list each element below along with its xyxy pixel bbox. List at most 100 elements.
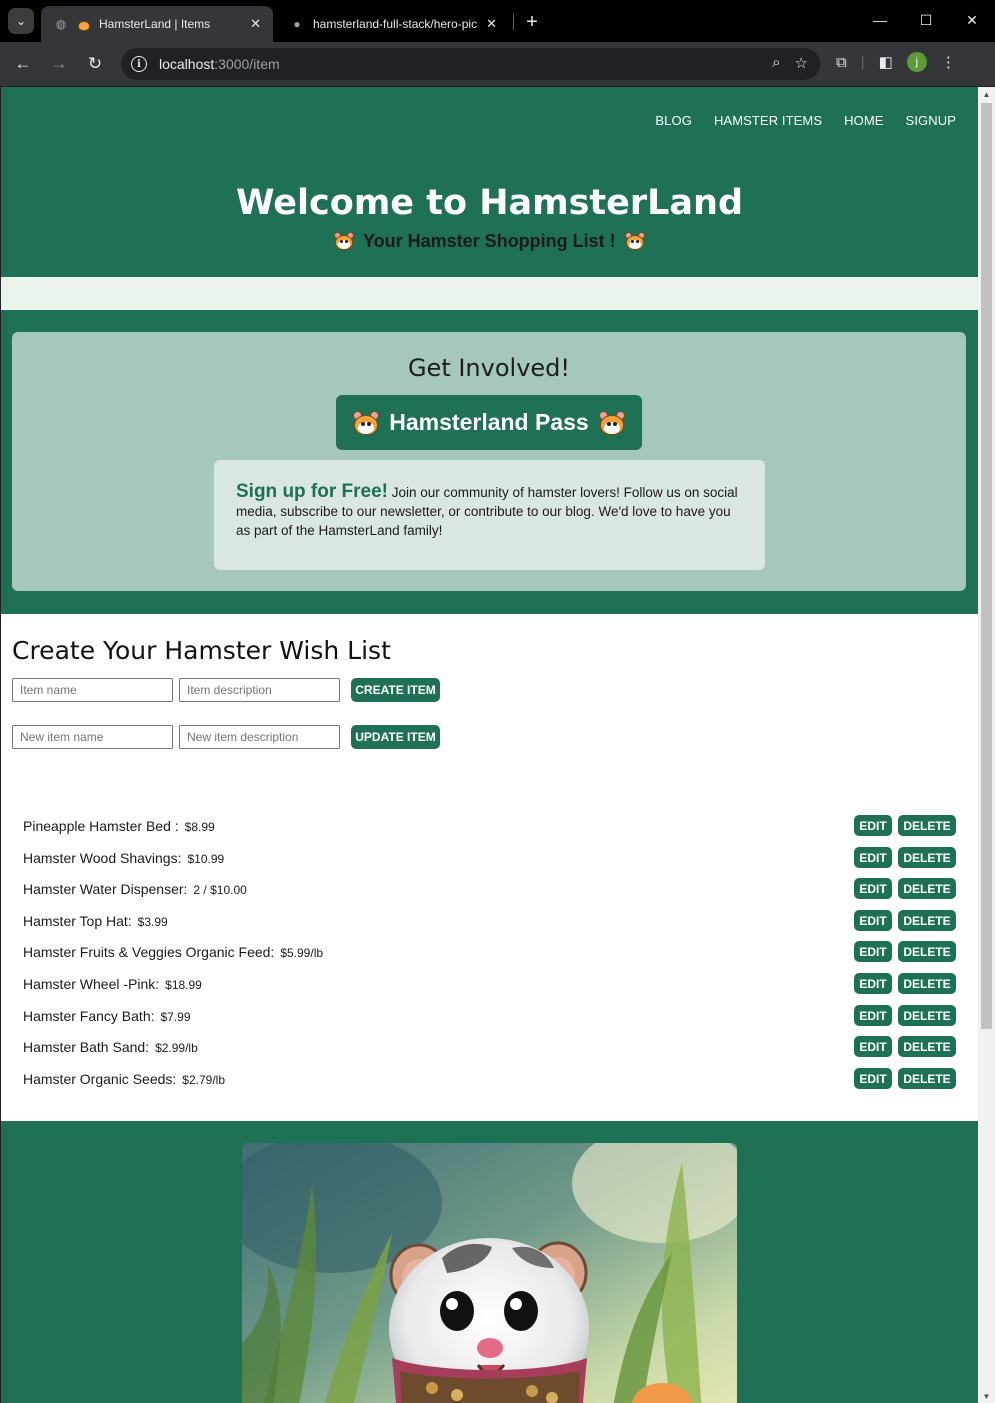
signup-promo: Sign up for Free! Join our community of … — [214, 460, 765, 570]
list-item: Hamster Top Hat: $3.99 EDIT DELETE — [23, 910, 957, 932]
nav-hamster-items[interactable]: HAMSTER ITEMS — [714, 113, 822, 128]
list-item: Hamster Fruits & Veggies Organic Feed: $5… — [23, 941, 957, 963]
tab-github[interactable]: ● hamsterland-full-stack/hero-pic ✕ — [277, 6, 509, 42]
signup-heading[interactable]: Sign up for Free! — [236, 481, 388, 502]
scrollbar-thumb[interactable] — [981, 103, 992, 1029]
menu-kebab-icon[interactable]: ⋮ — [941, 53, 956, 71]
item-price: $10.99 — [187, 852, 225, 866]
delete-button[interactable]: DELETE — [898, 878, 956, 899]
footer-image-section — [1, 1121, 978, 1403]
reload-icon[interactable]: ↻ — [83, 52, 107, 76]
list-item: Hamster Organic Seeds: $2.79/lb EDIT DELETE — [23, 1068, 957, 1090]
tab-search-button[interactable]: ⌄ — [8, 8, 34, 34]
side-panel-icon[interactable]: ◧ — [879, 53, 893, 71]
page-scrollbar[interactable]: ▲ ▼ — [978, 87, 995, 1403]
update-item-button[interactable]: UPDATE ITEM — [351, 725, 440, 749]
back-arrow-icon[interactable]: ← — [11, 52, 35, 76]
window-controls: — ☐ ✕ — [857, 0, 995, 42]
scroll-down-arrow-icon[interactable]: ▼ — [978, 1389, 995, 1403]
item-price: 2 / $10.00 — [193, 883, 247, 897]
site-info-icon[interactable]: i — [131, 56, 147, 72]
item-name: Hamster Wood Shavings: $10.99 — [23, 850, 225, 866]
bookmark-star-icon[interactable]: ☆ — [795, 54, 808, 72]
globe-icon: ◍ — [55, 17, 67, 31]
tab-title: hamsterland-full-stack/hero-pic — [313, 17, 478, 31]
item-name: Hamster Bath Sand: $2.99/lb — [23, 1039, 198, 1055]
item-price: $3.99 — [137, 915, 168, 929]
delete-button[interactable]: DELETE — [898, 973, 956, 994]
hero-title: Welcome to HamsterLand — [235, 183, 744, 223]
divider-strip — [1, 277, 978, 310]
tab-hamsterland-items[interactable]: ◍ HamsterLand | Items ✕ — [41, 6, 273, 42]
list-item: Hamster Bath Sand: $2.99/lb EDIT DELETE — [23, 1036, 957, 1058]
zoom-icon[interactable]: ⌕ — [772, 54, 780, 72]
get-involved-card: Get Involved! Hamsterland Pass Sign up f… — [12, 332, 966, 591]
hamsterland-pass-button[interactable]: Hamsterland Pass — [336, 395, 642, 450]
main-nav: BLOG HAMSTER ITEMS HOME SIGNUP — [655, 113, 956, 128]
delete-button[interactable]: DELETE — [898, 1005, 956, 1026]
maximize-icon[interactable]: ☐ — [903, 0, 949, 40]
delete-button[interactable]: DELETE — [898, 910, 956, 931]
close-tab-icon[interactable]: ✕ — [250, 16, 261, 32]
browser-toolbar: ← → ↻ i localhost:3000/item ⌕ ☆ ⧉ | ◧ j … — [0, 42, 995, 86]
url-text: localhost:3000/item — [159, 56, 280, 72]
hamster-hero-image — [242, 1143, 737, 1403]
hamster-emoji-icon — [624, 232, 645, 250]
delete-button[interactable]: DELETE — [898, 941, 956, 962]
close-window-icon[interactable]: ✕ — [949, 0, 995, 40]
item-price: $8.99 — [184, 820, 215, 834]
new-item-name-input[interactable]: New item name — [12, 725, 173, 749]
scroll-up-arrow-icon[interactable]: ▲ — [978, 87, 995, 101]
forward-arrow-icon[interactable]: → — [47, 52, 71, 76]
address-bar[interactable]: i localhost:3000/item ⌕ ☆ — [121, 48, 820, 80]
delete-button[interactable]: DELETE — [898, 815, 956, 836]
hamster-emoji-icon — [334, 232, 355, 250]
toolbar-divider: | — [860, 53, 865, 71]
github-icon: ● — [293, 17, 301, 31]
nav-home[interactable]: HOME — [844, 113, 883, 128]
new-tab-button[interactable]: + — [519, 9, 545, 35]
edit-button[interactable]: EDIT — [854, 878, 892, 899]
edit-button[interactable]: EDIT — [854, 1005, 892, 1026]
tab-divider — [513, 14, 514, 30]
get-involved-section: Get Involved! Hamsterland Pass Sign up f… — [1, 310, 978, 614]
minimize-icon[interactable]: — — [857, 0, 903, 40]
item-name: Hamster Water Dispenser: 2 / $10.00 — [23, 881, 247, 897]
nav-blog[interactable]: BLOG — [655, 113, 692, 128]
item-price: $2.79/lb — [182, 1073, 225, 1087]
item-price: $7.99 — [160, 1010, 191, 1024]
item-name: Hamster Wheel -Pink: $18.99 — [23, 976, 202, 992]
edit-button[interactable]: EDIT — [854, 1068, 892, 1089]
hamster-emoji-icon — [598, 410, 625, 435]
create-item-button[interactable]: CREATE ITEM — [351, 678, 440, 702]
edit-button[interactable]: EDIT — [854, 973, 892, 994]
item-name-input[interactable]: Item name — [12, 678, 173, 702]
nav-signup[interactable]: SIGNUP — [906, 113, 956, 128]
item-name: Hamster Organic Seeds: $2.79/lb — [23, 1071, 225, 1087]
edit-button[interactable]: EDIT — [854, 941, 892, 962]
item-name: Pineapple Hamster Bed : $8.99 — [23, 818, 215, 834]
hero-subtitle: Your Hamster Shopping List ! — [1, 231, 978, 252]
delete-button[interactable]: DELETE — [898, 1036, 956, 1057]
extensions-icon[interactable]: ⧉ — [836, 54, 847, 71]
list-item: Hamster Fancy Bath: $7.99 EDIT DELETE — [23, 1005, 957, 1027]
edit-button[interactable]: EDIT — [854, 847, 892, 868]
delete-button[interactable]: DELETE — [898, 1068, 956, 1089]
wishlist-title: Create Your Hamster Wish List — [12, 636, 391, 665]
edit-button[interactable]: EDIT — [854, 910, 892, 931]
list-item: Hamster Wood Shavings: $10.99 EDIT DELETE — [23, 847, 957, 869]
close-tab-icon[interactable]: ✕ — [486, 16, 497, 32]
new-item-description-input[interactable]: New item description — [179, 725, 340, 749]
item-description-input[interactable]: Item description — [179, 678, 340, 702]
site-header: BLOG HAMSTER ITEMS HOME SIGNUP Welcome t… — [1, 87, 978, 277]
hamster-favicon-icon — [77, 18, 91, 31]
list-item: Hamster Wheel -Pink: $18.99 EDIT DELETE — [23, 973, 957, 995]
item-price: $5.99/lb — [280, 946, 324, 960]
edit-button[interactable]: EDIT — [854, 815, 892, 836]
profile-avatar[interactable]: j — [906, 52, 927, 72]
edit-button[interactable]: EDIT — [854, 1036, 892, 1057]
tab-title: HamsterLand | Items — [99, 17, 211, 31]
list-item: Pineapple Hamster Bed : $8.99 EDIT DELETE — [23, 815, 957, 837]
delete-button[interactable]: DELETE — [898, 847, 956, 868]
hamster-emoji-icon — [353, 410, 380, 435]
